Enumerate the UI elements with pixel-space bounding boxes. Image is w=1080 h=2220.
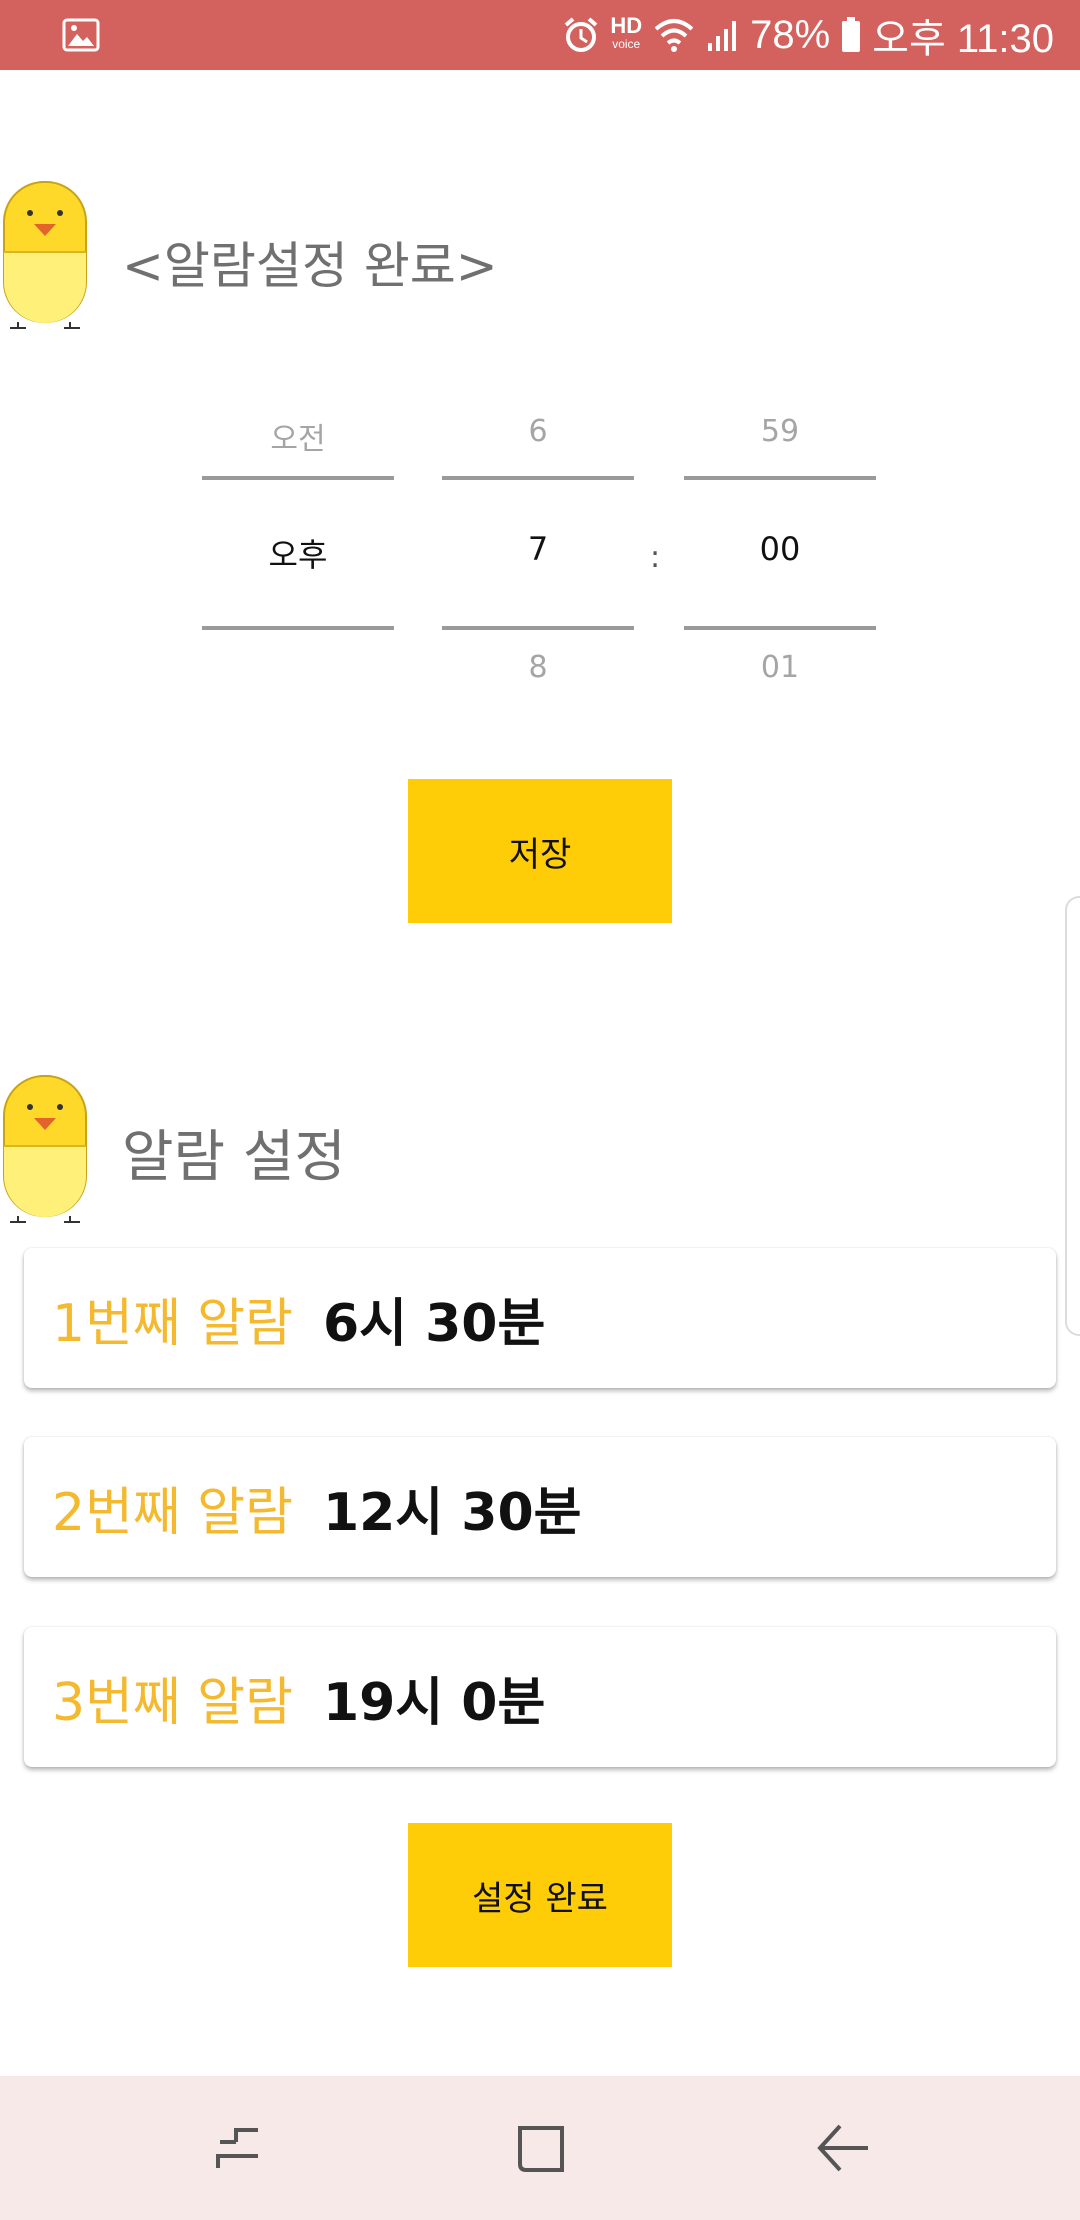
picker-divider	[442, 626, 634, 630]
section-header-complete: <알람설정 완료>	[0, 180, 1080, 330]
section-header-alarm-settings: 알람 설정	[0, 1074, 1080, 1224]
picker-divider	[684, 476, 876, 480]
section-title-alarm-settings: 알람 설정	[122, 1125, 346, 1190]
hour-above[interactable]: 6	[442, 414, 634, 449]
alarm-time: 19시 0분	[322, 1672, 546, 1733]
picker-divider	[202, 626, 394, 630]
navigation-bar	[0, 2076, 1080, 2220]
alarm-label: 1번째 알람	[52, 1293, 293, 1354]
alarm-card[interactable]: 3번째 알람 19시 0분	[24, 1627, 1056, 1767]
wifi-icon	[654, 19, 694, 52]
hour-selected[interactable]: 7	[442, 530, 634, 568]
status-bar: HD voice 78% 오후 11:30	[0, 0, 1080, 70]
picker-divider	[442, 476, 634, 480]
ampm-picker[interactable]: 오전 오후	[202, 400, 394, 700]
recent-apps-icon[interactable]	[202, 2112, 274, 2184]
save-button[interactable]: 저장	[408, 779, 672, 923]
chick-mascot-icon	[3, 1075, 87, 1223]
minute-selected[interactable]: 00	[684, 530, 876, 568]
minute-below[interactable]: 01	[684, 650, 876, 685]
back-icon[interactable]	[806, 2112, 878, 2184]
picker-divider	[684, 626, 876, 630]
hd-voice-indicator: HD voice	[610, 15, 642, 53]
chick-mascot-icon	[3, 181, 87, 329]
alarm-label: 2번째 알람	[52, 1482, 293, 1543]
signal-icon	[708, 21, 737, 51]
voice-label: voice	[612, 37, 641, 51]
alarm-card[interactable]: 2번째 알람 12시 30분	[24, 1437, 1056, 1577]
ampm-selected[interactable]: 오후	[202, 530, 394, 576]
minute-picker[interactable]: 59 00 01	[684, 400, 876, 700]
hour-picker[interactable]: 6 7 8	[442, 400, 634, 700]
picker-divider	[202, 476, 394, 480]
time-separator: :	[650, 540, 661, 575]
home-icon[interactable]	[504, 2112, 576, 2184]
done-button[interactable]: 설정 완료	[408, 1823, 672, 1967]
minute-above[interactable]: 59	[684, 414, 876, 449]
alarm-time: 6시 30분	[322, 1293, 546, 1354]
alarm-icon	[565, 17, 598, 52]
battery-percent: 78%	[750, 12, 831, 57]
gallery-icon	[62, 18, 100, 52]
hour-below[interactable]: 8	[442, 650, 634, 685]
section-title-complete: <알람설정 완료>	[122, 237, 498, 295]
ampm-above[interactable]: 오전	[202, 414, 394, 458]
clock: 오후 11:30	[872, 17, 1054, 61]
battery-icon	[842, 17, 861, 52]
alarm-time: 12시 30분	[322, 1482, 582, 1543]
alarm-card[interactable]: 1번째 알람 6시 30분	[24, 1248, 1056, 1388]
alarm-label: 3번째 알람	[52, 1672, 293, 1733]
